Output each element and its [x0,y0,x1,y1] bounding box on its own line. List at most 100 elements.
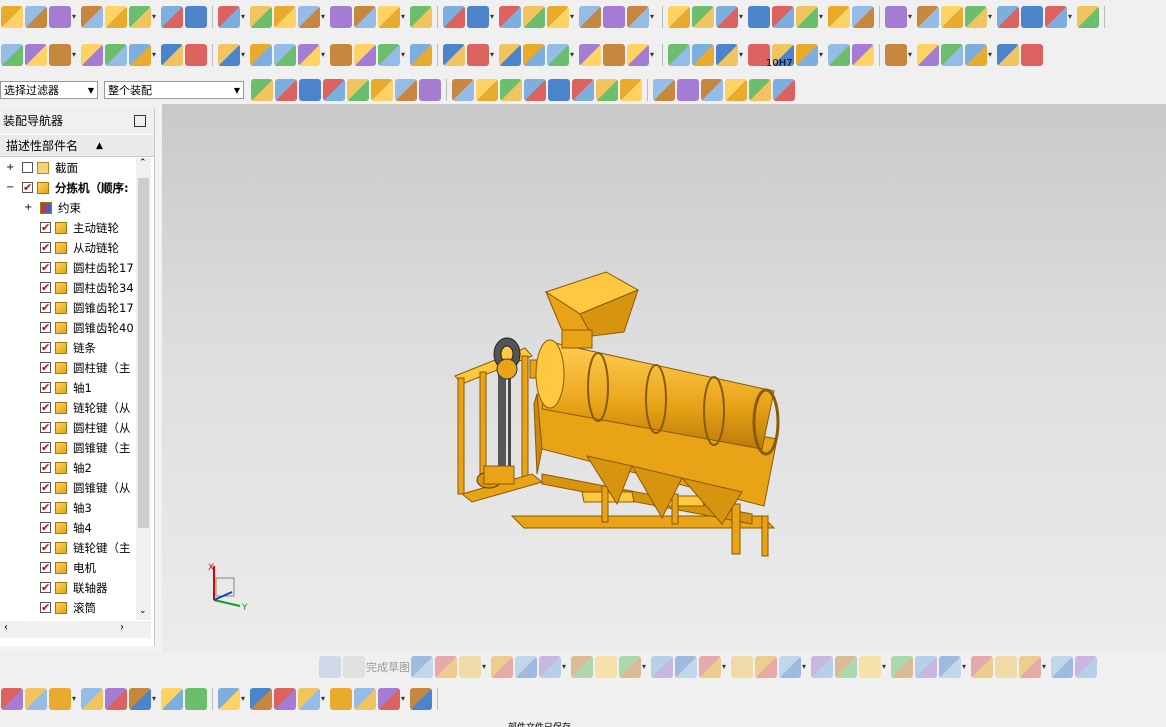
tree-node-part[interactable]: 轴1 [0,378,135,398]
toolbar-tool-icon[interactable] [330,44,352,66]
visibility-checkbox[interactable] [40,298,51,318]
toolbar-tool-icon[interactable] [699,656,721,678]
toolbar-tool-icon[interactable] [811,656,833,678]
toolbar-tool-icon[interactable] [410,6,432,28]
visibility-checkbox[interactable] [40,578,51,598]
toolbar-tool-icon[interactable] [668,44,690,66]
toolbar-tool-icon[interactable] [347,79,369,101]
toolbar-tool-icon[interactable] [595,656,617,678]
chevron-down-icon[interactable]: ▾ [819,6,827,28]
toolbar-tool-icon[interactable] [185,6,207,28]
toolbar-tool-icon[interactable] [354,6,376,28]
tree-node-part[interactable]: 从动链轮 [0,238,135,258]
dimension-tool-label[interactable]: 10H7 [766,58,793,69]
chevron-down-icon[interactable]: ▾ [1042,656,1050,678]
scroll-down-icon[interactable]: ⌄ [139,606,147,616]
toolbar-tool-icon[interactable] [524,79,546,101]
toolbar-tool-icon[interactable] [997,6,1019,28]
tree-node-constraints[interactable]: + 约束 [0,198,135,218]
chevron-down-icon[interactable]: ▾ [988,44,996,66]
toolbar-tool-icon[interactable] [250,44,272,66]
toolbar-tool-icon[interactable] [523,6,545,28]
toolbar-tool-icon[interactable] [965,6,987,28]
toolbar-tool-icon[interactable] [772,6,794,28]
toolbar-tool-icon[interactable] [1021,44,1043,66]
toolbar-tool-icon[interactable] [885,44,907,66]
toolbar-tool-icon[interactable] [105,44,127,66]
chevron-down-icon[interactable]: ▾ [650,44,658,66]
toolbar-tool-icon[interactable] [1,6,23,28]
toolbar-tool-icon[interactable] [675,656,697,678]
tree-node-part[interactable]: 联轴器 [0,578,135,598]
graphics-viewport[interactable]: X Y [162,104,1166,652]
toolbar-tool-icon[interactable] [49,6,71,28]
scroll-right-icon[interactable]: › [120,622,124,633]
toolbar-tool-icon[interactable] [571,656,593,678]
visibility-checkbox[interactable] [40,318,51,338]
toolbar-tool-icon[interactable] [410,688,432,710]
chevron-down-icon[interactable]: ▾ [152,44,160,66]
toolbar-tool-icon[interactable] [298,44,320,66]
tree-node-part[interactable]: 圆锥齿轮17 [0,298,135,318]
toolbar-tool-icon[interactable] [891,656,913,678]
toolbar-tool-icon[interactable] [274,6,296,28]
toolbar-tool-icon[interactable] [129,6,151,28]
toolbar-tool-icon[interactable] [251,79,273,101]
toolbar-tool-icon[interactable] [378,44,400,66]
toolbar-tool-icon[interactable] [677,79,699,101]
toolbar-tool-icon[interactable] [274,688,296,710]
toolbar-tool-icon[interactable] [692,44,714,66]
visibility-checkbox[interactable] [40,598,51,618]
toolbar-tool-icon[interactable] [828,6,850,28]
toolbar-tool-icon[interactable] [579,44,601,66]
toolbar-tool-icon[interactable] [852,6,874,28]
toolbar-tool-icon[interactable] [701,79,723,101]
toolbar-tool-icon[interactable] [371,79,393,101]
visibility-checkbox[interactable] [22,178,33,198]
sketch-icon[interactable] [319,656,341,678]
toolbar-tool-icon[interactable] [716,44,738,66]
tree-node-part[interactable]: 轴4 [0,518,135,538]
toolbar-tool-icon[interactable] [218,6,240,28]
chevron-down-icon[interactable]: ▾ [739,6,747,28]
tree-node-part[interactable]: 滚筒 [0,598,135,618]
chevron-down-icon[interactable]: ▾ [72,44,80,66]
toolbar-tool-icon[interactable] [275,79,297,101]
chevron-down-icon[interactable]: ▾ [739,44,747,66]
chevron-down-icon[interactable]: ▾ [152,688,160,710]
toolbar-tool-icon[interactable] [298,688,320,710]
visibility-checkbox[interactable] [40,558,51,578]
chevron-down-icon[interactable]: ▾ [401,44,409,66]
toolbar-tool-icon[interactable] [161,44,183,66]
toolbar-tool-icon[interactable] [749,79,771,101]
tree-node-section[interactable]: + 截面 [0,158,135,178]
tree-node-part[interactable]: 圆锥键（主 [0,438,135,458]
tree-node-part[interactable]: 圆锥齿轮40 [0,318,135,338]
chevron-down-icon[interactable]: ▾ [241,688,249,710]
collapse-icon[interactable]: − [6,178,14,198]
chevron-down-icon[interactable]: ▾ [650,6,658,28]
chevron-down-icon[interactable]: ▾ [72,688,80,710]
toolbar-tool-icon[interactable] [395,79,417,101]
chevron-down-icon[interactable]: ▾ [490,44,498,66]
chevron-down-icon[interactable]: ▾ [962,656,970,678]
chevron-down-icon[interactable]: ▾ [908,44,916,66]
toolbar-tool-icon[interactable] [547,44,569,66]
tree-node-part[interactable]: 电机 [0,558,135,578]
visibility-checkbox[interactable] [40,218,51,238]
visibility-checkbox[interactable] [40,358,51,378]
horizontal-scrollbar[interactable]: ‹ › [0,621,151,638]
tree-node-part[interactable]: 圆柱键（主 [0,358,135,378]
tree-node-part[interactable]: 圆柱齿轮34 [0,278,135,298]
visibility-checkbox[interactable] [40,258,51,278]
chevron-down-icon[interactable]: ▾ [908,6,916,28]
toolbar-tool-icon[interactable] [619,656,641,678]
toolbar-tool-icon[interactable] [105,688,127,710]
chevron-down-icon[interactable]: ▾ [482,656,490,678]
toolbar-tool-icon[interactable] [579,6,601,28]
toolbar-tool-icon[interactable] [25,6,47,28]
toolbar-tool-icon[interactable] [1045,6,1067,28]
toolbar-tool-icon[interactable] [828,44,850,66]
toolbar-tool-icon[interactable] [941,6,963,28]
toolbar-tool-icon[interactable] [572,79,594,101]
